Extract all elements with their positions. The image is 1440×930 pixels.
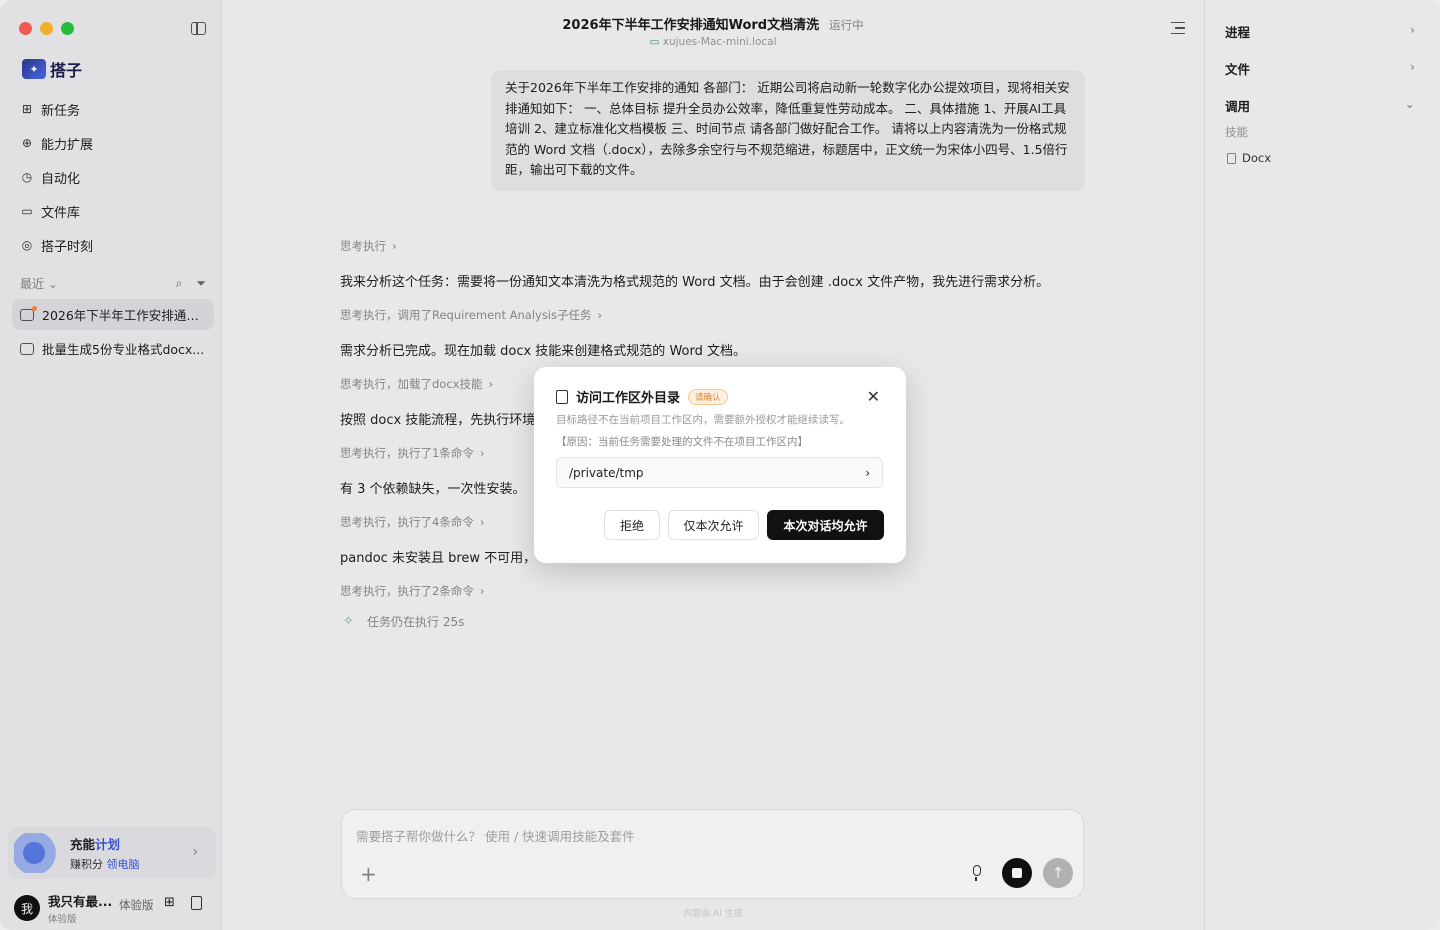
dialog-title: 访问工作区外目录 <box>576 391 681 406</box>
dialog-description: 目标路径不在当前项目工作区内，需要额外授权才能继续读写。 <box>556 414 850 426</box>
dialog-actions: 拒绝 仅本次允许 本次对话均允许 <box>604 510 884 540</box>
close-icon[interactable]: ✕ <box>867 387 880 406</box>
dialog-reason: 【原因：当前任务需要处理的文件不在项目工作区内】 <box>556 436 808 448</box>
app-window: ✦ 搭子 ⊞ 新任务 ⊕ 能力扩展 ◷ 自动化 ▭ 文件库 ◎ 搭子时刻 最近 … <box>0 0 1440 930</box>
allow-once-button[interactable]: 仅本次允许 <box>668 510 759 540</box>
path-value: /private/tmp <box>569 465 644 480</box>
dialog-header: 访问工作区外目录 请确认 <box>556 387 728 406</box>
status-badge: 请确认 <box>688 388 728 405</box>
path-field[interactable]: /private/tmp › <box>556 457 883 488</box>
folder-access-icon <box>556 389 568 404</box>
allow-session-button[interactable]: 本次对话均允许 <box>767 510 884 540</box>
permission-dialog: 访问工作区外目录 请确认 ✕ 目标路径不在当前项目工作区内，需要额外授权才能继续… <box>534 367 906 563</box>
chevron-right-icon: › <box>865 465 870 480</box>
reject-button[interactable]: 拒绝 <box>604 510 660 540</box>
